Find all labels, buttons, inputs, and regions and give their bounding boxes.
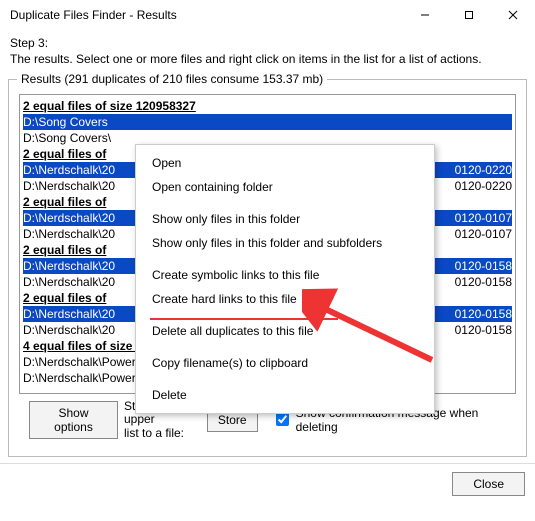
confirm-checkbox[interactable] [276,413,289,426]
list-row[interactable]: 2 equal files of size 120958327 [23,98,512,114]
menu-item[interactable]: Delete [136,383,434,407]
window-title: Duplicate Files Finder - Results [10,8,403,22]
show-options-button[interactable]: Show options [29,401,118,439]
menu-item[interactable]: Open [136,151,434,175]
menu-separator [136,375,434,383]
context-menu[interactable]: OpenOpen containing folder Show only file… [135,144,435,414]
step-description: Step 3: The results. Select one or more … [0,30,535,71]
step-text: The results. Select one or more files an… [10,52,525,68]
menu-item[interactable]: Open containing folder [136,175,434,199]
menu-separator [136,199,434,207]
close-button[interactable]: Close [452,472,525,496]
results-legend: Results (291 duplicates of 210 files con… [17,72,327,86]
maximize-button[interactable] [447,0,491,30]
menu-separator [136,343,434,351]
menu-item[interactable]: Show only files in this folder and subfo… [136,231,434,255]
menu-item[interactable]: Create hard links to this file [136,287,434,311]
footer: Close [0,463,535,504]
menu-item[interactable]: Create symbolic links to this file [136,263,434,287]
annotation-underline [150,318,338,320]
titlebar: Duplicate Files Finder - Results [0,0,535,30]
menu-item[interactable]: Delete all duplicates to this file [136,319,434,343]
step-label: Step 3: [10,36,525,52]
menu-item[interactable]: Copy filename(s) to clipboard [136,351,434,375]
menu-item[interactable]: Show only files in this folder [136,207,434,231]
list-row[interactable]: D:\Song Covers [23,114,512,130]
close-window-button[interactable] [491,0,535,30]
minimize-button[interactable] [403,0,447,30]
menu-separator [136,255,434,263]
